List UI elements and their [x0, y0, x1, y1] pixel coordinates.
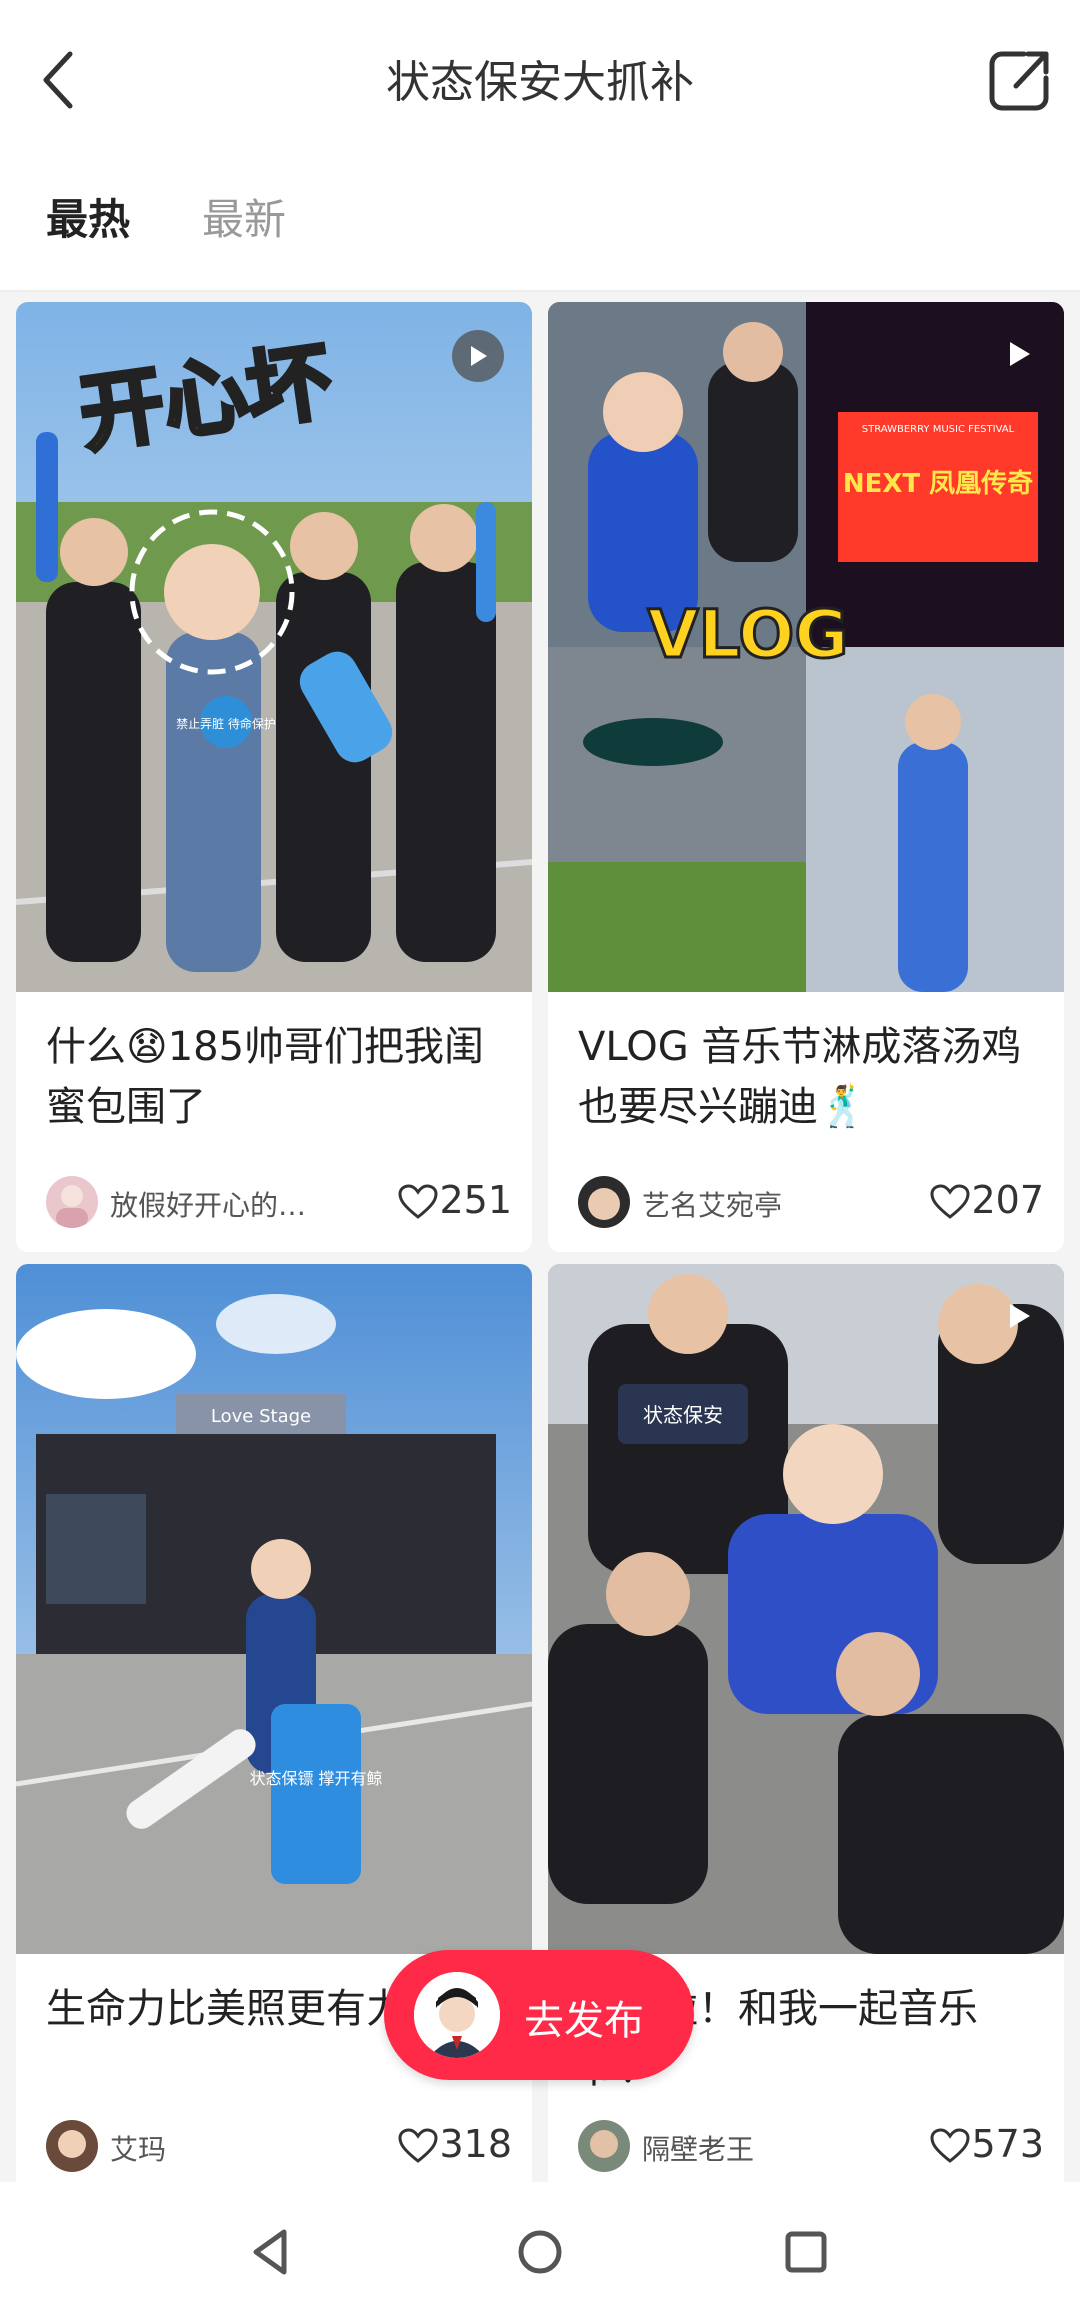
- top-bar: 状态保安大抓补: [0, 0, 1080, 160]
- share-button[interactable]: [980, 40, 1060, 120]
- image-overlay-text: VLOG: [647, 596, 848, 673]
- avatar[interactable]: [578, 1176, 630, 1228]
- avatar: [414, 1972, 500, 2058]
- screen: 状态保安大抓补 最热 最新 禁止弄脏 待命保护 开心坏 什么😧185帅哥们把我闺…: [0, 0, 1080, 2322]
- avatar[interactable]: [46, 1176, 98, 1228]
- post-title: 什么😧185帅哥们把我闺蜜包围了: [46, 1024, 485, 1130]
- tab-hottest[interactable]: 最热: [46, 186, 130, 247]
- home-circle-icon[interactable]: [510, 2222, 570, 2282]
- stage-sign-text: Love Stage: [211, 1406, 311, 1427]
- bag-text: 状态保镖 撑开有鲸: [249, 1769, 382, 1788]
- tab-newest[interactable]: 最新: [202, 186, 286, 247]
- post-meta: 艺名艾宛亭 207: [578, 1172, 1044, 1232]
- page-title: 状态保安大抓补: [386, 57, 694, 108]
- back-triangle-icon[interactable]: [240, 2222, 300, 2282]
- post-meta: 艾玛 318: [46, 2116, 512, 2176]
- badge-text: 禁止弄脏 待命保护: [176, 716, 276, 731]
- share-external-icon: [989, 51, 1049, 111]
- video-play-icon: [1010, 1304, 1030, 1328]
- avatar[interactable]: [578, 2120, 630, 2172]
- post-card[interactable]: STRAWBERRY MUSIC FESTIVAL NEXT 凤凰传奇 VLOG: [548, 302, 1064, 1252]
- post-meta: 放假好开心的… 251: [46, 1172, 512, 1232]
- author-name[interactable]: 隔壁老王: [642, 2128, 754, 2168]
- post-title: VLOG 音乐节淋成落汤鸡也要尽兴蹦迪🕺: [578, 1024, 1022, 1130]
- author-name[interactable]: 艾玛: [110, 2128, 166, 2168]
- post-image: STRAWBERRY MUSIC FESTIVAL NEXT 凤凰传奇 VLOG: [548, 302, 1064, 992]
- vest-text: 状态保安: [643, 1403, 723, 1427]
- video-play-icon: [452, 330, 504, 382]
- festival-text: STRAWBERRY MUSIC FESTIVAL: [862, 424, 1015, 435]
- publish-label: 去发布: [524, 1998, 644, 2044]
- avatar[interactable]: [46, 2120, 98, 2172]
- like-count: 207: [971, 1178, 1044, 1222]
- author-name[interactable]: 艺名艾宛亭: [642, 1184, 782, 1224]
- recents-square-icon[interactable]: [776, 2222, 836, 2282]
- post-meta: 隔壁老王 573: [578, 2116, 1044, 2176]
- heart-icon[interactable]: [930, 2128, 970, 2164]
- heart-icon[interactable]: [398, 1184, 438, 1220]
- feed-grid: 禁止弄脏 待命保护 开心坏 什么😧185帅哥们把我闺蜜包围了 放假好开心的… 2…: [0, 292, 1080, 2194]
- author-name[interactable]: 放假好开心的…: [110, 1184, 306, 1224]
- post-card[interactable]: 禁止弄脏 待命保护 开心坏 什么😧185帅哥们把我闺蜜包围了 放假好开心的… 2…: [16, 302, 532, 1252]
- heart-icon[interactable]: [930, 1184, 970, 1220]
- like-count: 573: [971, 2122, 1044, 2166]
- video-play-icon: [1010, 342, 1030, 366]
- screen-text: NEXT 凤凰传奇: [843, 469, 1033, 499]
- post-image: Love Stage 状态保镖 撑开有鲸: [16, 1264, 532, 1954]
- heart-icon[interactable]: [398, 2128, 438, 2164]
- publish-button[interactable]: 去发布: [384, 1950, 694, 2080]
- tab-bar: 最热 最新: [0, 160, 1080, 292]
- like-count: 318: [439, 2122, 512, 2166]
- post-image: 状态保安: [548, 1264, 1064, 1954]
- post-image: 禁止弄脏 待命保护 开心坏: [16, 302, 532, 992]
- like-count: 251: [439, 1178, 512, 1222]
- system-nav-bar: [0, 2182, 1080, 2322]
